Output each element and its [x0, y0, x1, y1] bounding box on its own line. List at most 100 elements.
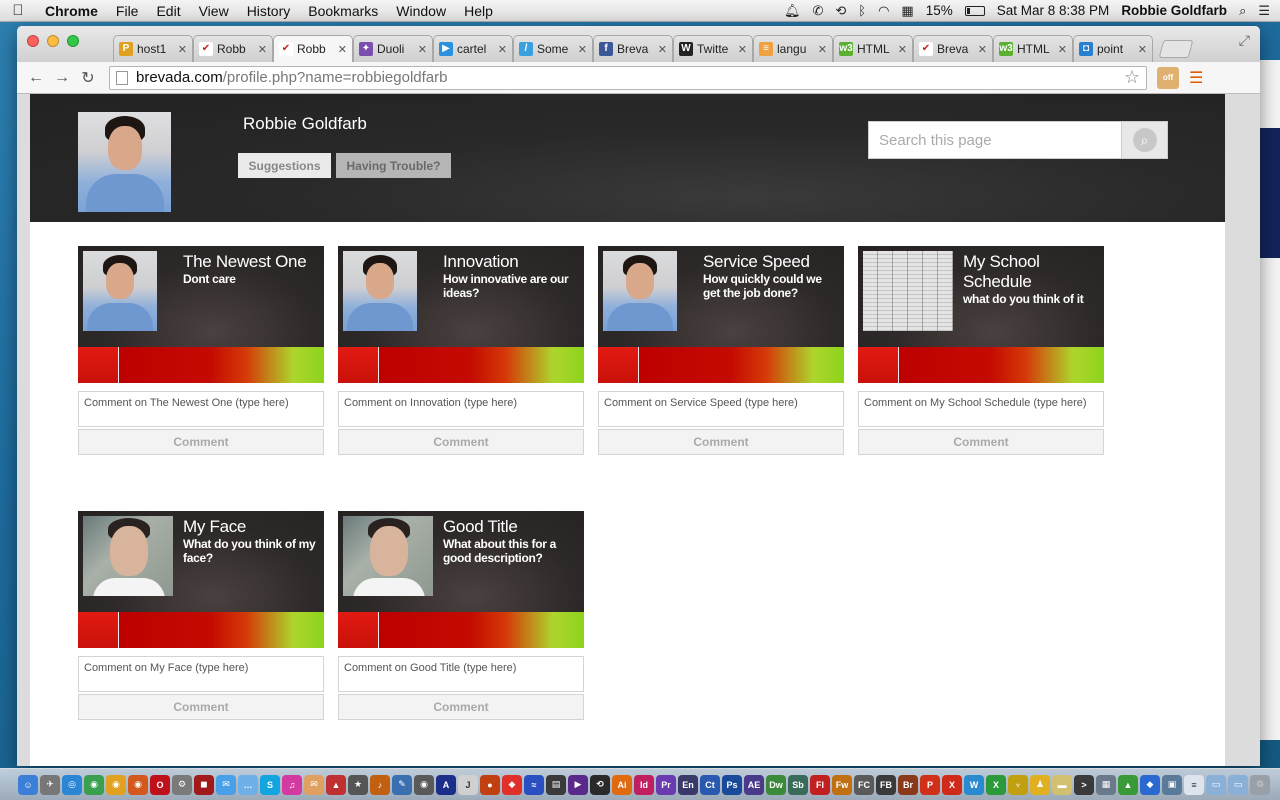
rating-gradient-bar[interactable] [639, 347, 844, 383]
dock-bridge-icon[interactable]: Br [898, 774, 918, 795]
dock-mail-icon[interactable]: ✉ [304, 774, 324, 795]
minimize-window-button[interactable] [47, 35, 59, 47]
dock-instruments-icon[interactable]: ◉ [414, 774, 434, 795]
browser-tab[interactable]: W Twitte ✕ [673, 35, 753, 62]
comment-input[interactable]: Comment on My Face (type here) [78, 656, 324, 692]
dock-scanner-icon[interactable]: ◆ [502, 774, 522, 795]
rating-gradient-bar[interactable] [119, 612, 324, 648]
bookmark-star-icon[interactable]: ☆ [1124, 67, 1140, 88]
dock-premiere-icon[interactable]: Pr [656, 774, 676, 795]
search-button[interactable]: ⌕ [1121, 122, 1167, 158]
rating-handle[interactable] [338, 347, 379, 383]
notification-bell-icon[interactable]: 🔔︎ [784, 3, 801, 19]
menu-file[interactable]: File [107, 3, 148, 19]
user-name[interactable]: Robbie Goldfarb [1121, 3, 1227, 18]
dock-captivate-icon[interactable]: Ct [700, 774, 720, 795]
dock-timemachine-icon[interactable]: ⟲ [590, 774, 610, 795]
dock-powerpoint-icon[interactable]: P [920, 774, 940, 795]
having-trouble-button[interactable]: Having Trouble? [336, 153, 451, 178]
dock-excel-icon[interactable]: X [942, 774, 962, 795]
dock-garageband-icon[interactable]: ♪ [370, 774, 390, 795]
comment-button[interactable]: Comment [78, 429, 324, 455]
back-arrow-icon[interactable]: ← [23, 69, 49, 87]
dock-chrome-canary-icon[interactable]: ◉ [106, 774, 126, 795]
notification-center-icon[interactable]: ☰ [1258, 3, 1270, 19]
dock-dropbox-icon[interactable]: ◆ [1140, 774, 1160, 795]
address-bar[interactable]: brevada.com /profile.php?name=robbiegold… [109, 65, 1147, 90]
comment-input[interactable]: Comment on Innovation (type here) [338, 391, 584, 427]
dock-skype-icon[interactable]: S [260, 774, 280, 795]
dock-itunes-icon[interactable]: ♫ [282, 774, 302, 795]
browser-tab[interactable]: w3 HTML ✕ [833, 35, 913, 62]
wifi-icon[interactable]: ◠ [878, 3, 889, 19]
dock-preview-icon[interactable]: ▣ [1162, 774, 1182, 795]
rating-gradient-bar[interactable] [379, 612, 584, 648]
rating-slider[interactable] [598, 347, 844, 383]
menu-history[interactable]: History [238, 3, 300, 19]
new-tab-button[interactable] [1158, 40, 1194, 58]
tab-close-icon[interactable]: ✕ [1058, 43, 1067, 56]
dock-launchpad-icon[interactable]: ✈ [40, 774, 60, 795]
tab-close-icon[interactable]: ✕ [578, 43, 587, 56]
rating-slider[interactable] [78, 612, 324, 648]
dock-document-icon[interactable]: ≡ [1184, 774, 1204, 795]
dock-drive-icon[interactable]: ▲ [1118, 774, 1138, 795]
rating-handle[interactable] [78, 612, 119, 648]
dock-settings-icon[interactable]: ⚙ [172, 774, 192, 795]
clock[interactable]: Sat Mar 8 8:38 PM [997, 3, 1110, 18]
dock-fireworks-icon[interactable]: Fw [832, 774, 852, 795]
dock-messages-icon[interactable]: ✉ [216, 774, 236, 795]
menu-edit[interactable]: Edit [147, 3, 189, 19]
rating-handle[interactable] [858, 347, 899, 383]
rating-slider[interactable] [78, 347, 324, 383]
rating-gradient-bar[interactable] [379, 347, 584, 383]
dock-imovie-icon[interactable]: ▤ [546, 774, 566, 795]
dock-dvd-icon[interactable]: ▶ [568, 774, 588, 795]
rating-handle[interactable] [598, 347, 639, 383]
dock-j-icon[interactable]: J [458, 774, 478, 795]
dock-flash-icon[interactable]: Fl [810, 774, 830, 795]
tab-close-icon[interactable]: ✕ [818, 43, 827, 56]
browser-tab[interactable]: w3 HTML ✕ [993, 35, 1073, 62]
dock-flashcatalyst-icon[interactable]: FC [854, 774, 874, 795]
dock-symbols-icon[interactable]: ♆ [1008, 774, 1028, 795]
dock-burn-icon[interactable]: ● [480, 774, 500, 795]
menu-app-name[interactable]: Chrome [36, 3, 107, 19]
comment-button[interactable]: Comment [338, 429, 584, 455]
dock-excel2-icon[interactable]: X [986, 774, 1006, 795]
tab-close-icon[interactable]: ✕ [738, 43, 747, 56]
phone-icon[interactable]: ✆ [812, 3, 823, 19]
comment-input[interactable]: Comment on Good Title (type here) [338, 656, 584, 692]
dock-xcode-icon[interactable]: ✎ [392, 774, 412, 795]
dock-ichat-icon[interactable]: … [238, 774, 258, 795]
dock-wacom-icon[interactable]: ≈ [524, 774, 544, 795]
tab-close-icon[interactable]: ✕ [898, 43, 907, 56]
calendar-icon[interactable]: ▦ [901, 3, 913, 19]
comment-button[interactable]: Comment [858, 429, 1104, 455]
dock-photobooth-icon[interactable]: ◼ [194, 774, 214, 795]
rating-handle[interactable] [338, 612, 379, 648]
tab-close-icon[interactable]: ✕ [418, 43, 427, 56]
browser-tab[interactable]: ✔ Breva ✕ [913, 35, 993, 62]
dock-fonts-icon[interactable]: A [436, 774, 456, 795]
dock-finder-icon[interactable]: ☺ [18, 774, 38, 795]
browser-tab[interactable]: ✔ Robb ✕ [273, 35, 353, 62]
rating-slider[interactable] [338, 347, 584, 383]
time-machine-icon[interactable]: ⟲ [835, 3, 846, 19]
menu-help[interactable]: Help [455, 3, 502, 19]
bluetooth-icon[interactable]: ᛒ [858, 3, 866, 18]
rating-slider[interactable] [338, 612, 584, 648]
fullscreen-icon[interactable]: ⤢ [1239, 32, 1250, 49]
dock-safari-icon[interactable]: ◎ [62, 774, 82, 795]
comment-input[interactable]: Comment on Service Speed (type here) [598, 391, 844, 427]
browser-tab[interactable]: f Breva ✕ [593, 35, 673, 62]
rating-slider[interactable] [858, 347, 1104, 383]
apple-icon[interactable]:  [0, 2, 36, 19]
close-window-button[interactable] [27, 35, 39, 47]
dock-soundbooth-icon[interactable]: Sb [788, 774, 808, 795]
battery-icon[interactable] [964, 5, 985, 16]
menu-window[interactable]: Window [387, 3, 455, 19]
dock-network-icon[interactable]: ▦ [1096, 774, 1116, 795]
menu-bookmarks[interactable]: Bookmarks [299, 3, 387, 19]
dock-trash-icon[interactable]: ♲ [1250, 774, 1270, 795]
